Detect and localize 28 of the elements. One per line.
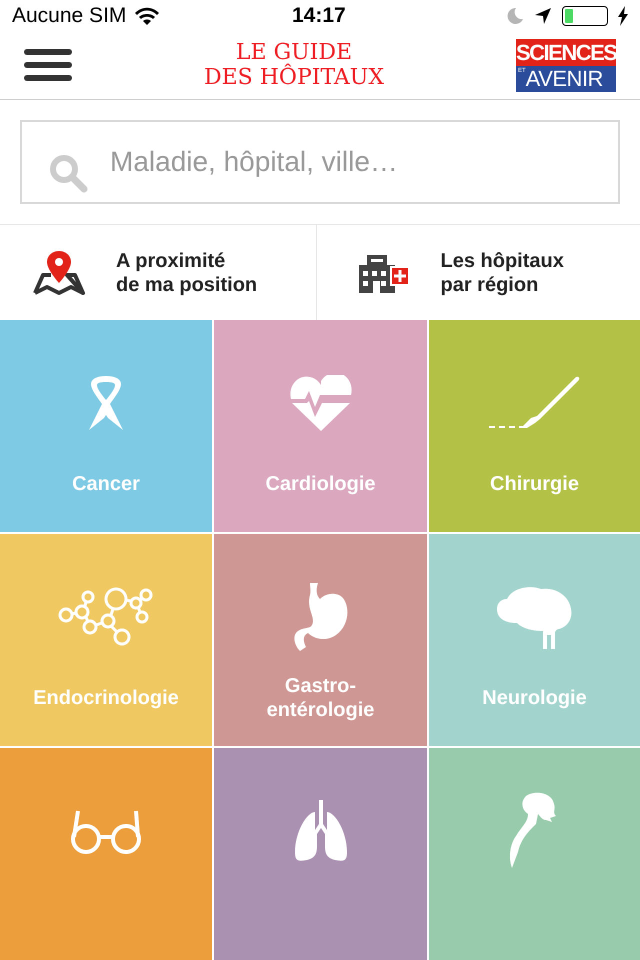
specialty-tile[interactable] (214, 748, 427, 960)
specialty-tile[interactable]: Neurologie (429, 534, 640, 746)
battery-icon (562, 6, 608, 26)
search-icon (48, 152, 88, 193)
molecule-icon (58, 586, 154, 647)
carrier-text: Aucune SIM (12, 3, 126, 29)
ribbon-icon (89, 374, 123, 432)
map-pin-icon (32, 248, 86, 297)
lungs-icon (292, 800, 348, 862)
menu-button[interactable] (24, 47, 72, 84)
specialty-tile[interactable] (429, 748, 640, 960)
stomach-icon (292, 582, 350, 651)
scalpel-icon (488, 376, 580, 430)
search-field[interactable]: Maladie, hôpital, ville… (20, 120, 620, 204)
heartbeat-icon (288, 374, 352, 431)
quick-link[interactable]: Les hôpitaux par région (316, 225, 640, 320)
specialty-tile[interactable]: Cancer (0, 320, 212, 532)
moon-icon (506, 6, 524, 25)
specialty-tile[interactable]: Chirurgie (429, 320, 640, 532)
specialty-tile[interactable]: Gastro- entérologie (214, 534, 427, 746)
wifi-icon (134, 6, 160, 26)
specialty-tile[interactable] (0, 748, 212, 960)
specialty-tile[interactable]: Endocrinologie (0, 534, 212, 746)
location-arrow-icon (534, 6, 552, 25)
app-title: DES HÔPITAUX (204, 65, 384, 90)
specialty-tile[interactable]: Cardiologie (214, 320, 427, 532)
clock-text: 14:17 (292, 3, 346, 29)
hospital-icon (356, 252, 410, 293)
